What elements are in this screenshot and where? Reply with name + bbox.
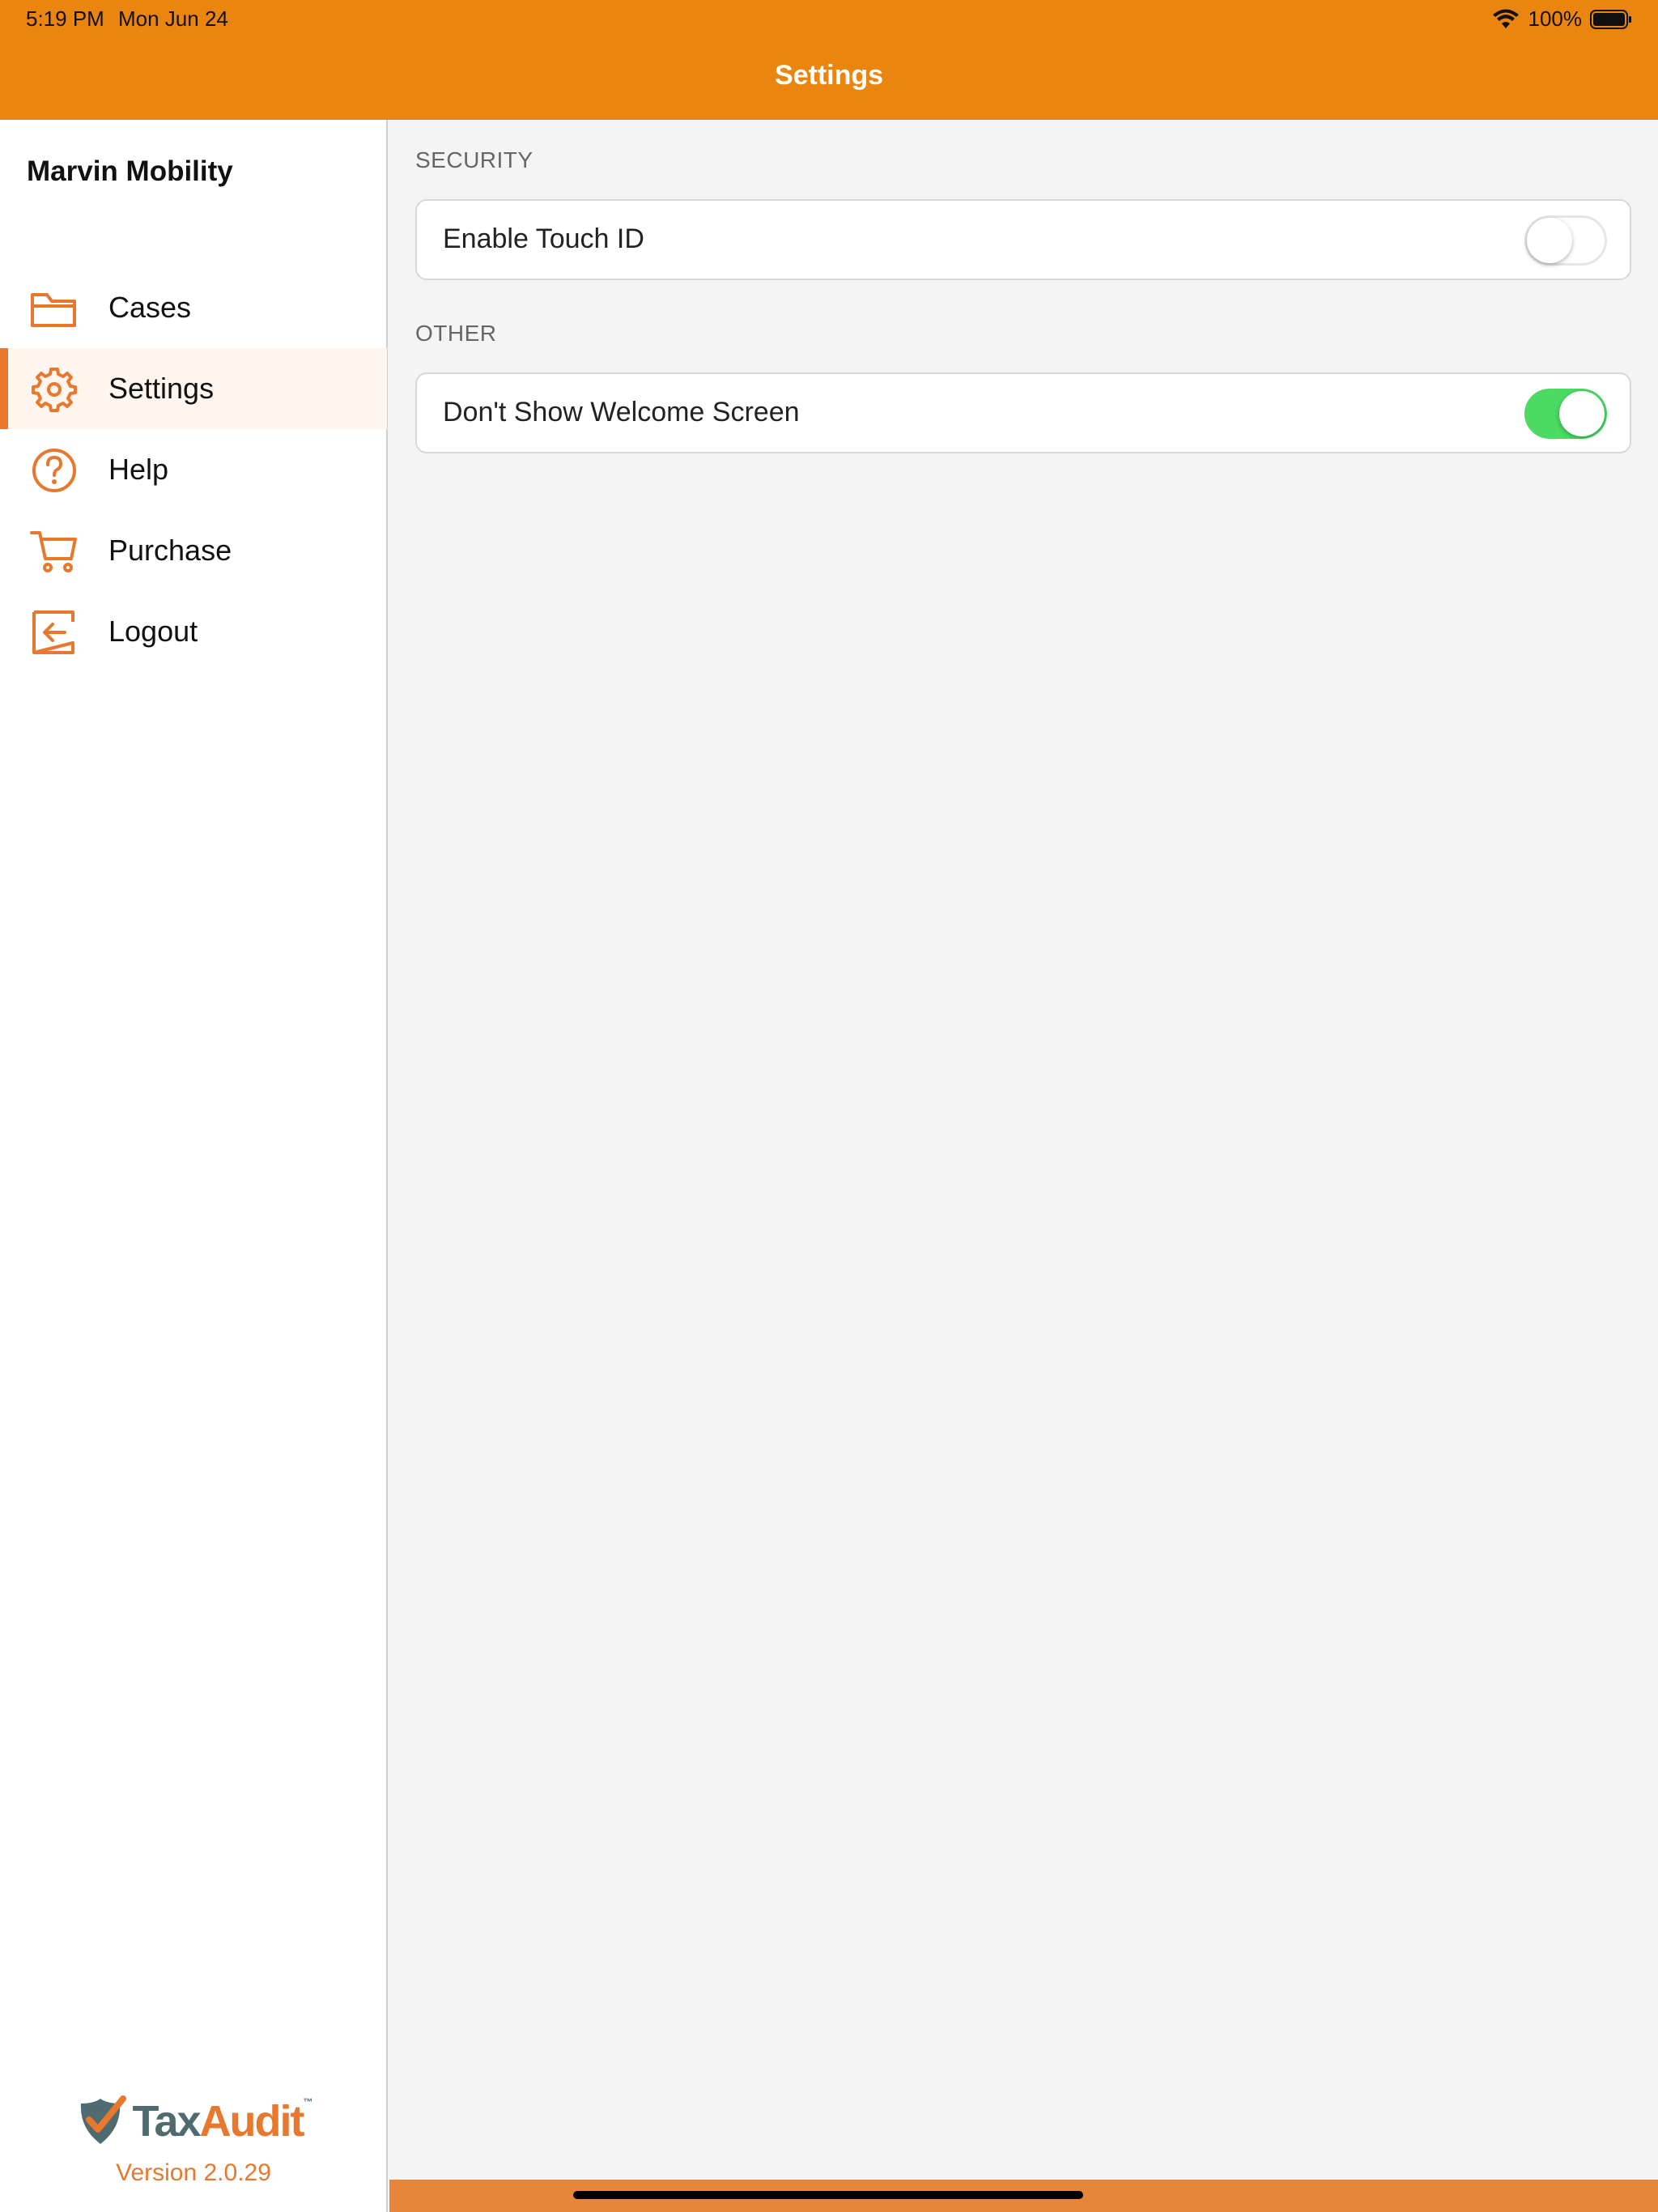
wifi-icon <box>1492 9 1519 28</box>
setting-label: Don't Show Welcome Screen <box>443 397 800 428</box>
taxaudit-logo: TaxAudit™ <box>76 2095 313 2147</box>
app-version: Version 2.0.29 <box>116 2159 271 2186</box>
sidebar-item-cases[interactable]: Cases <box>0 267 387 348</box>
section-header-other: OTHER <box>415 321 497 346</box>
folder-icon <box>31 293 76 327</box>
logo-text: TaxAudit™ <box>132 2096 313 2146</box>
sidebar: Marvin Mobility Cases Settings Help Purc… <box>0 120 388 2212</box>
gear-icon <box>32 368 77 412</box>
welcome-screen-toggle[interactable] <box>1524 389 1607 439</box>
sidebar-item-label: Logout <box>108 615 198 648</box>
status-indicators: 100% <box>1491 6 1633 32</box>
page-title: Settings <box>774 60 884 91</box>
toggle-knob <box>1527 218 1572 263</box>
brand-footer: TaxAudit™ Version 2.0.29 <box>0 2095 387 2187</box>
sidebar-menu: Cases Settings Help Purchase Logout <box>0 267 387 672</box>
sidebar-item-label: Settings <box>108 372 215 405</box>
status-date: Mon Jun 24 <box>118 6 228 31</box>
status-time: 5:19 PM <box>26 6 104 31</box>
sidebar-item-logout[interactable]: Logout <box>0 591 387 672</box>
battery-percentage: 100% <box>1528 6 1583 31</box>
setting-row-touch-id: Enable Touch ID <box>415 199 1631 280</box>
sidebar-item-purchase[interactable]: Purchase <box>0 510 387 591</box>
settings-content: SECURITY Enable Touch ID OTHER Don't Sho… <box>389 120 1658 2180</box>
battery-icon <box>1590 9 1631 29</box>
shield-check-icon <box>80 2095 126 2144</box>
question-circle-icon <box>32 449 76 492</box>
sidebar-item-settings[interactable]: Settings <box>0 348 387 429</box>
cart-icon <box>30 531 77 572</box>
account-name: Marvin Mobility <box>27 155 233 187</box>
sidebar-item-help[interactable]: Help <box>0 429 387 510</box>
navigation-bar: 5:19 PM Mon Jun 24 100% Settings <box>0 0 1658 120</box>
sidebar-item-label: Purchase <box>108 534 232 567</box>
home-indicator[interactable] <box>573 2191 1083 2199</box>
section-header-security: SECURITY <box>415 147 534 172</box>
setting-row-welcome-screen: Don't Show Welcome Screen <box>415 372 1631 453</box>
logout-icon <box>32 610 74 654</box>
setting-label: Enable Touch ID <box>443 223 644 254</box>
toggle-knob <box>1559 391 1605 436</box>
sidebar-item-label: Cases <box>108 291 192 324</box>
sidebar-item-label: Help <box>108 453 169 486</box>
touch-id-toggle[interactable] <box>1524 215 1607 266</box>
